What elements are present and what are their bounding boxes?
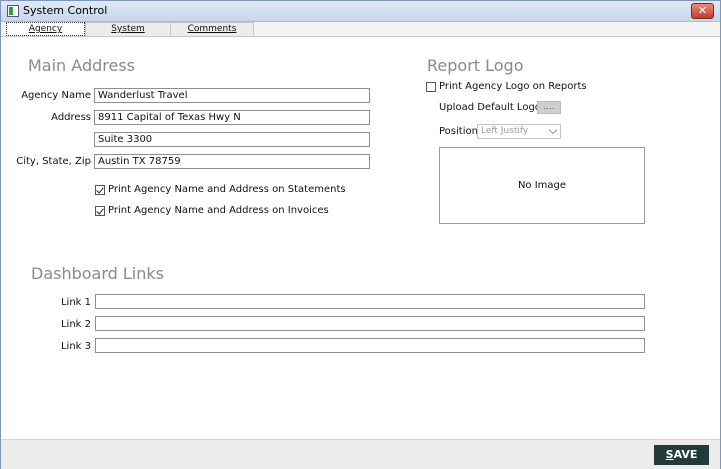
footer-bar: SAVE xyxy=(1,439,720,469)
link-3-input[interactable] xyxy=(95,338,645,353)
city-state-zip-input[interactable] xyxy=(94,154,370,169)
report-logo-title: Report Logo xyxy=(427,56,524,75)
tab-system[interactable]: System xyxy=(85,22,171,36)
print-on-invoices-checkbox[interactable] xyxy=(95,206,105,216)
link-1-label: Link 1 xyxy=(60,297,91,308)
tab-comments[interactable]: Comments xyxy=(170,22,254,36)
city-state-zip-label: City, State, Zip xyxy=(16,156,91,167)
link-2-input[interactable] xyxy=(95,316,645,331)
logo-preview-box: No Image xyxy=(439,147,645,224)
address-line2-input[interactable] xyxy=(94,132,370,147)
chevron-down-icon xyxy=(548,125,558,135)
position-select[interactable]: Left Justify xyxy=(477,124,561,139)
close-button[interactable]: ✕ xyxy=(691,3,714,19)
position-label: Position xyxy=(439,126,478,137)
print-on-invoices-label[interactable]: Print Agency Name and Address on Invoice… xyxy=(108,205,329,216)
print-on-statements-label[interactable]: Print Agency Name and Address on Stateme… xyxy=(108,184,346,195)
tab-bar: Agency System Comments xyxy=(1,22,720,37)
save-button[interactable]: SAVE xyxy=(654,445,709,465)
app-icon xyxy=(7,5,19,17)
agency-name-label: Agency Name xyxy=(21,90,91,101)
agency-name-input[interactable] xyxy=(94,88,370,103)
main-address-title: Main Address xyxy=(28,56,135,75)
print-logo-checkbox[interactable] xyxy=(426,82,436,92)
agency-tab-content: Main Address Agency Name Address City, S… xyxy=(1,37,720,439)
address-label: Address xyxy=(51,112,91,123)
position-select-value: Left Justify xyxy=(481,126,529,136)
close-icon: ✕ xyxy=(697,4,708,17)
logo-preview-text: No Image xyxy=(517,180,567,191)
address-line1-input[interactable] xyxy=(94,110,370,125)
link-2-label: Link 2 xyxy=(60,319,91,330)
title-bar[interactable]: System Control ✕ xyxy=(1,1,720,22)
print-logo-label[interactable]: Print Agency Logo on Reports xyxy=(439,81,587,92)
window-title: System Control xyxy=(23,4,108,17)
print-on-statements-checkbox[interactable] xyxy=(95,185,105,195)
tab-agency[interactable]: Agency xyxy=(6,22,85,36)
link-1-input[interactable] xyxy=(95,294,645,309)
save-button-label-rest: AVE xyxy=(673,448,698,461)
upload-default-logo-label: Upload Default Logo xyxy=(439,102,541,113)
upload-logo-button[interactable]: .... xyxy=(537,101,561,114)
dashboard-links-title: Dashboard Links xyxy=(31,264,164,283)
save-button-accesskey: S xyxy=(665,448,674,461)
system-control-window: System Control ✕ Agency System Comments … xyxy=(0,0,721,469)
link-3-label: Link 3 xyxy=(60,341,91,352)
